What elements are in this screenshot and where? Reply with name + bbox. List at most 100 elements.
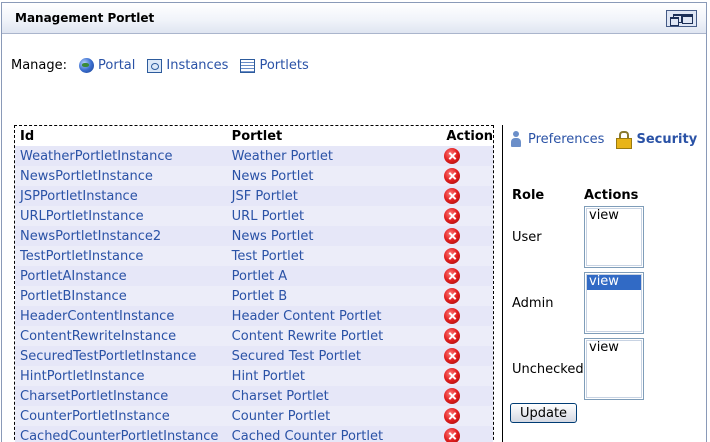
portlet-name-link[interactable]: JSF Portlet bbox=[227, 186, 442, 206]
instance-id-link[interactable]: CharsetPortletInstance bbox=[15, 386, 227, 406]
update-button[interactable]: Update bbox=[510, 403, 577, 423]
portlet-name-link[interactable]: Test Portlet bbox=[227, 246, 442, 266]
portlet-name-link[interactable]: News Portlet bbox=[227, 166, 442, 186]
window-controls bbox=[666, 10, 697, 27]
instance-id-link[interactable]: CachedCounterPortletInstance bbox=[15, 426, 227, 442]
manage-instances-link[interactable]: Instances bbox=[147, 58, 228, 73]
manage-portlets-link[interactable]: Portlets bbox=[240, 58, 309, 73]
instance-id-link[interactable]: PortletBInstance bbox=[15, 286, 227, 306]
instance-id-link[interactable]: CounterPortletInstance bbox=[15, 406, 227, 426]
column-header-id: Id bbox=[15, 126, 227, 146]
restore-icon[interactable] bbox=[669, 13, 682, 26]
portlet-name-link[interactable]: News Portlet bbox=[227, 226, 442, 246]
instance-id-link[interactable]: ContentRewriteInstance bbox=[15, 326, 227, 346]
instances-table: Id Portlet Action WeatherPortletInstance… bbox=[15, 126, 493, 442]
security-panel: Preferences Security Role Actions User v… bbox=[510, 131, 705, 423]
portlet-name-link[interactable]: Weather Portlet bbox=[227, 146, 442, 166]
instance-id-link[interactable]: HeaderContentInstance bbox=[15, 306, 227, 326]
admin-view-option[interactable]: view bbox=[586, 274, 642, 290]
portlet-name-link[interactable]: Hint Portlet bbox=[227, 366, 442, 386]
table-row: TestPortletInstance Test Portlet bbox=[15, 246, 493, 266]
delete-icon[interactable] bbox=[444, 288, 461, 304]
action-cell bbox=[441, 406, 493, 426]
instance-id-link[interactable]: JSPPortletInstance bbox=[15, 186, 227, 206]
tab-preferences[interactable]: Preferences bbox=[510, 131, 604, 147]
action-cell bbox=[441, 266, 493, 286]
delete-icon[interactable] bbox=[444, 308, 461, 324]
action-cell bbox=[441, 206, 493, 226]
table-row: URLPortletInstance URL Portlet bbox=[15, 206, 493, 226]
portlet-name-link[interactable]: URL Portlet bbox=[227, 206, 442, 226]
instance-id-link[interactable]: NewsPortletInstance2 bbox=[15, 226, 227, 246]
table-row: JSPPortletInstance JSF Portlet bbox=[15, 186, 493, 206]
delete-icon[interactable] bbox=[444, 368, 461, 384]
instance-id-link[interactable]: URLPortletInstance bbox=[15, 206, 227, 226]
side-tabs: Preferences Security bbox=[510, 131, 705, 149]
delete-icon[interactable] bbox=[444, 428, 461, 442]
user-actions-list[interactable]: view bbox=[584, 206, 644, 268]
manage-portal-link[interactable]: Portal bbox=[79, 58, 135, 73]
instance-id-link[interactable]: PortletAInstance bbox=[15, 266, 227, 286]
instance-id-link[interactable]: NewsPortletInstance bbox=[15, 166, 227, 186]
table-row: ContentRewriteInstance Content Rewrite Po… bbox=[15, 326, 493, 346]
table-row: PortletAInstance Portlet A bbox=[15, 266, 493, 286]
delete-icon[interactable] bbox=[444, 248, 461, 264]
action-cell bbox=[441, 326, 493, 346]
unchecked-actions-list[interactable]: view bbox=[584, 338, 644, 400]
portlet-name-link[interactable]: Content Rewrite Portlet bbox=[227, 326, 442, 346]
lock-icon bbox=[616, 131, 633, 149]
table-row: NewsPortletInstance2 News Portlet bbox=[15, 226, 493, 246]
manage-label: Manage: bbox=[11, 58, 68, 73]
unchecked-view-option[interactable]: view bbox=[586, 340, 642, 356]
instance-id-link[interactable]: TestPortletInstance bbox=[15, 246, 227, 266]
portlet-name-link[interactable]: Cached Counter Portlet bbox=[227, 426, 442, 442]
delete-icon[interactable] bbox=[444, 188, 461, 204]
column-header-portlet: Portlet bbox=[226, 126, 442, 146]
table-row: WeatherPortletInstance Weather Portlet bbox=[15, 146, 493, 166]
delete-icon[interactable] bbox=[444, 328, 461, 344]
instances-table-container: Id Portlet Action WeatherPortletInstance… bbox=[14, 125, 494, 442]
management-portlet: Management Portlet Manage: Portal Instan… bbox=[1, 2, 707, 442]
table-row: NewsPortletInstance News Portlet bbox=[15, 166, 493, 186]
delete-icon[interactable] bbox=[444, 268, 461, 284]
action-cell bbox=[441, 246, 493, 266]
action-cell bbox=[441, 366, 493, 386]
admin-actions-list[interactable]: view bbox=[584, 272, 644, 334]
action-cell bbox=[441, 426, 493, 442]
globe-icon bbox=[79, 58, 95, 73]
user-view-option[interactable]: view bbox=[586, 208, 642, 224]
manage-portal-label: Portal bbox=[98, 58, 136, 73]
instance-id-link[interactable]: HintPortletInstance bbox=[15, 366, 227, 386]
delete-icon[interactable] bbox=[444, 148, 461, 164]
tab-preferences-label: Preferences bbox=[528, 131, 605, 147]
portlet-name-link[interactable]: Header Content Portlet bbox=[227, 306, 442, 326]
delete-icon[interactable] bbox=[444, 348, 461, 364]
portlet-name-link[interactable]: Portlet B bbox=[227, 286, 442, 306]
manage-portlets-label: Portlets bbox=[259, 58, 309, 73]
portlet-name-link[interactable]: Counter Portlet bbox=[227, 406, 442, 426]
action-cell bbox=[441, 346, 493, 366]
table-row: HintPortletInstance Hint Portlet bbox=[15, 366, 493, 386]
table-row: HeaderContentInstance Header Content Port… bbox=[15, 306, 493, 326]
action-cell bbox=[441, 386, 493, 406]
portlet-name-link[interactable]: Portlet A bbox=[227, 266, 442, 286]
table-row: PortletBInstance Portlet B bbox=[15, 286, 493, 306]
tab-security[interactable]: Security bbox=[616, 131, 697, 149]
delete-icon[interactable] bbox=[444, 388, 461, 404]
instance-id-link[interactable]: SecuredTestPortletInstance bbox=[15, 346, 227, 366]
portlet-name-link[interactable]: Secured Test Portlet bbox=[227, 346, 442, 366]
table-row: CounterPortletInstance Counter Portlet bbox=[15, 406, 493, 426]
action-cell bbox=[441, 166, 493, 186]
delete-icon[interactable] bbox=[444, 408, 461, 424]
maximize-icon[interactable] bbox=[682, 13, 694, 24]
delete-icon[interactable] bbox=[444, 208, 461, 224]
role-user-label: User bbox=[512, 230, 542, 245]
user-icon bbox=[510, 131, 522, 147]
instance-id-link[interactable]: WeatherPortletInstance bbox=[15, 146, 227, 166]
action-cell bbox=[441, 146, 493, 166]
delete-icon[interactable] bbox=[444, 228, 461, 244]
portlet-name-link[interactable]: Charset Portlet bbox=[227, 386, 442, 406]
instances-icon bbox=[147, 58, 163, 73]
manage-bar: Manage: Portal Instances Portlets bbox=[11, 58, 321, 73]
delete-icon[interactable] bbox=[444, 168, 461, 184]
